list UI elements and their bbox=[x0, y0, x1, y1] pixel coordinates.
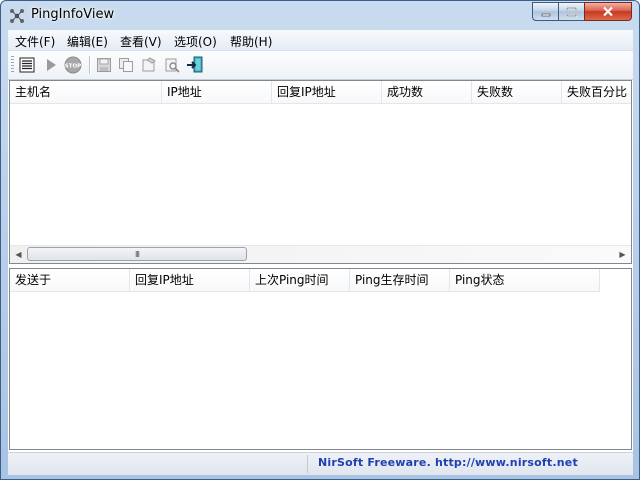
find-icon bbox=[165, 58, 180, 73]
column-ping-ttl[interactable]: Ping生存时间 bbox=[350, 269, 450, 291]
find-button[interactable] bbox=[162, 55, 182, 75]
menu-bar: 文件(F) 编辑(E) 查看(V) 选项(O) 帮助(H) bbox=[8, 30, 633, 51]
toolbar: STOP bbox=[8, 51, 633, 80]
minimize-button[interactable] bbox=[532, 2, 559, 21]
menu-help[interactable]: 帮助(H) bbox=[230, 33, 272, 50]
close-icon bbox=[603, 6, 613, 17]
window-title: PingInfoView bbox=[31, 7, 115, 22]
start-button[interactable] bbox=[41, 55, 61, 75]
start-play-icon bbox=[47, 59, 56, 71]
save-button[interactable] bbox=[94, 55, 114, 75]
status-bar: NirSoft Freeware. http://www.nirsoft.net bbox=[8, 452, 633, 475]
column-host-name[interactable]: 主机名 bbox=[10, 81, 162, 103]
title-bar[interactable]: PingInfoView bbox=[1, 1, 639, 30]
column-success-count[interactable]: 成功数 bbox=[382, 81, 472, 103]
html-report-icon bbox=[142, 57, 156, 72]
column-ping-status[interactable]: Ping状态 bbox=[450, 269, 600, 291]
stop-button[interactable]: STOP bbox=[63, 55, 83, 75]
html-report-button[interactable] bbox=[139, 55, 159, 75]
column-failed-percent[interactable]: 失败百分比 bbox=[562, 81, 631, 103]
menu-options[interactable]: 选项(O) bbox=[174, 33, 217, 50]
nirsoft-link[interactable]: NirSoft Freeware. http://www.nirsoft.net bbox=[318, 456, 578, 469]
menu-view[interactable]: 查看(V) bbox=[120, 33, 162, 50]
app-icon[interactable] bbox=[9, 8, 25, 24]
close-button[interactable] bbox=[584, 2, 632, 21]
scroll-thumb[interactable]: III bbox=[27, 247, 247, 261]
save-icon bbox=[97, 58, 111, 72]
copy-icon bbox=[119, 58, 133, 72]
properties-list-icon bbox=[19, 57, 35, 73]
column-reply-ip[interactable]: 回复IP地址 bbox=[272, 81, 382, 103]
app-window: PingInfoView 文件(F) 编辑(E) 查看(V) 选项(O) 帮助(… bbox=[0, 0, 640, 480]
properties-button[interactable] bbox=[17, 55, 37, 75]
scroll-left-arrow[interactable]: ◀ bbox=[10, 246, 27, 263]
copy-button[interactable] bbox=[116, 55, 136, 75]
exit-button[interactable] bbox=[185, 55, 205, 75]
maximize-icon bbox=[566, 6, 577, 17]
column-reply-ip-address[interactable]: 回复IP地址 bbox=[130, 269, 250, 291]
scroll-right-arrow[interactable]: ▶ bbox=[614, 246, 631, 263]
toolbar-grip[interactable] bbox=[11, 56, 14, 74]
stop-icon: STOP bbox=[64, 56, 82, 74]
svg-text:STOP: STOP bbox=[65, 64, 81, 70]
column-last-ping-time[interactable]: 上次Ping时间 bbox=[250, 269, 350, 291]
column-sent-on[interactable]: 发送于 bbox=[10, 269, 130, 291]
column-ip-address[interactable]: IP地址 bbox=[162, 81, 272, 103]
column-failed-count[interactable]: 失败数 bbox=[472, 81, 562, 103]
status-cell-left bbox=[8, 455, 308, 473]
exit-icon bbox=[187, 56, 203, 73]
menu-edit[interactable]: 编辑(E) bbox=[67, 33, 108, 50]
horizontal-scrollbar[interactable]: ◀ III ▶ bbox=[10, 245, 631, 263]
menu-file[interactable]: 文件(F) bbox=[15, 33, 55, 50]
ping-results-list[interactable]: 发送于 回复IP地址 上次Ping时间 Ping生存时间 Ping状态 bbox=[9, 268, 632, 450]
toolbar-separator bbox=[89, 56, 91, 74]
minimize-icon bbox=[541, 13, 550, 16]
client-area: 文件(F) 编辑(E) 查看(V) 选项(O) 帮助(H) STOP 主机名 I… bbox=[8, 30, 633, 475]
hosts-list-header: 主机名 IP地址 回复IP地址 成功数 失败数 失败百分比 bbox=[10, 81, 631, 104]
maximize-button[interactable] bbox=[558, 2, 585, 21]
hosts-list[interactable]: 主机名 IP地址 回复IP地址 成功数 失败数 失败百分比 ◀ III ▶ bbox=[9, 80, 632, 264]
ping-results-header: 发送于 回复IP地址 上次Ping时间 Ping生存时间 Ping状态 bbox=[10, 269, 600, 292]
